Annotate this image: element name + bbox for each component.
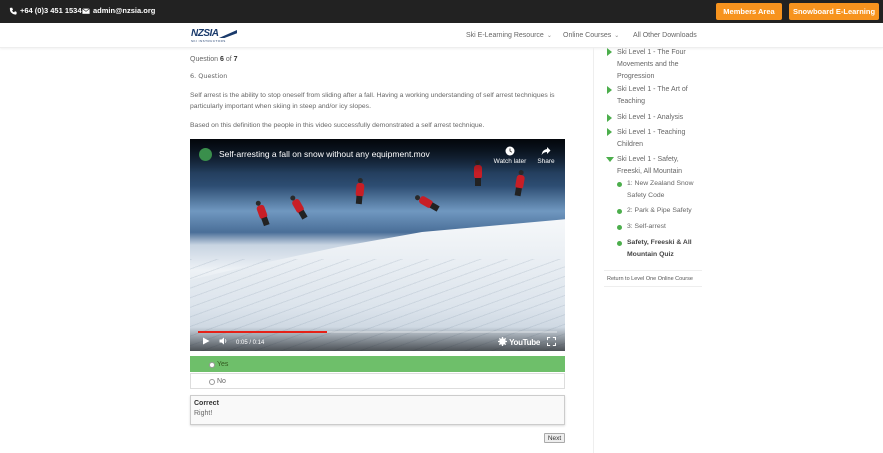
topic-dot-icon (617, 182, 622, 187)
answer-label: No (217, 377, 226, 385)
nav-label: All Other Downloads (633, 32, 697, 39)
logo-text: NZSIA (191, 28, 219, 39)
radio-button[interactable] (209, 361, 215, 368)
email-contact[interactable]: admin@nzsia.org (82, 6, 155, 15)
youtube-video-player[interactable]: Self-arresting a fall on snow without an… (190, 139, 565, 351)
sidebar-topic-self-arrest[interactable]: 3: Self-arrest (627, 221, 705, 233)
answer-label: Yes (217, 360, 229, 368)
logo-swoosh-icon (219, 30, 237, 38)
snowboard-elearning-button[interactable]: Snowboard E-Learning (789, 3, 879, 20)
topic-dot-icon (617, 225, 622, 230)
settings-gear-icon[interactable] (498, 337, 507, 346)
video-title[interactable]: Self-arresting a fall on snow without an… (219, 149, 430, 159)
triangle-right-icon (607, 114, 612, 122)
watch-later-label: Watch later (493, 158, 527, 165)
answer-option-yes[interactable]: Yes (190, 356, 565, 372)
topic-dot-icon (617, 241, 622, 246)
response-title: Correct (194, 400, 219, 407)
volume-icon[interactable] (219, 337, 228, 345)
phone-number: +64 (0)3 451 1534 (20, 6, 82, 15)
sidebar-divider (593, 48, 594, 453)
skier-figure (355, 182, 365, 198)
chevron-down-icon: ⌄ (546, 33, 552, 39)
nav-other-downloads[interactable]: All Other Downloads (633, 32, 697, 39)
nzsia-logo[interactable]: NZSIA SKI INSTRUCTORS (191, 28, 239, 43)
youtube-logo[interactable]: YouTube (509, 338, 540, 347)
nav-online-courses[interactable]: Online Courses ⌄ (563, 32, 619, 39)
response-message: Right! (194, 410, 213, 417)
sidebar-topic-snow-safety[interactable]: 1: New Zealand Snow Safety Code (627, 178, 705, 202)
members-area-button[interactable]: Members Area (716, 3, 782, 20)
clock-icon (505, 146, 515, 156)
top-bar: +64 (0)3 451 1534 admin@nzsia.org Member… (0, 0, 883, 23)
question-current: 6 (219, 56, 224, 63)
topic-dot-icon (617, 209, 622, 214)
answer-response-box: Correct Right! (190, 395, 565, 425)
question-of: of (225, 56, 232, 63)
envelope-icon (82, 7, 90, 14)
chevron-down-icon: ⌄ (614, 33, 620, 39)
phone-contact[interactable]: +64 (0)3 451 1534 (9, 6, 82, 15)
nav-ski-elearning[interactable]: Ski E-Learning Resource ⌄ (466, 32, 552, 39)
question-label: 6. Question (190, 72, 228, 80)
logo-subtitle: SKI INSTRUCTORS (191, 39, 226, 43)
watch-later-button[interactable]: Watch later (492, 146, 528, 165)
video-progress-bar[interactable] (198, 331, 557, 333)
sidebar-lesson-art-of-teaching[interactable]: Ski Level 1 - The Art of Teaching (617, 84, 705, 108)
phone-icon (9, 7, 17, 15)
triangle-down-icon (606, 157, 614, 162)
video-progress-fill (198, 331, 328, 333)
email-address: admin@nzsia.org (93, 6, 156, 15)
sidebar-topic-quiz[interactable]: Safety, Freeski & All Mountain Quiz (627, 237, 705, 261)
question-prefix: Question (190, 56, 219, 63)
triangle-right-icon (607, 86, 612, 94)
channel-avatar[interactable] (199, 148, 212, 161)
site-header: NZSIA SKI INSTRUCTORS Ski E-Learning Res… (0, 23, 883, 48)
sidebar-lesson-teaching-children[interactable]: Ski Level 1 - Teaching Children (617, 127, 705, 151)
sidebar-lesson-safety[interactable]: Ski Level 1 - Safety, Freeski, All Mount… (617, 154, 705, 178)
sidebar-lesson-analysis[interactable]: Ski Level 1 - Analysis (617, 112, 705, 124)
answer-option-no[interactable]: No (190, 373, 565, 389)
question-total: 7 (233, 56, 238, 63)
nav-label: Online Courses (563, 32, 612, 39)
return-to-course-link[interactable]: Return to Level One Online Course (604, 270, 702, 287)
radio-button[interactable] (209, 378, 215, 385)
share-icon (541, 147, 551, 155)
next-button[interactable]: Next (544, 433, 565, 443)
share-label: Share (537, 158, 555, 165)
question-paragraph-2: Based on this definition the people in t… (190, 122, 485, 129)
triangle-right-icon (607, 48, 612, 56)
triangle-right-icon (607, 128, 612, 136)
fullscreen-icon[interactable] (547, 337, 556, 346)
question-counter: Question 6 of 7 (190, 56, 238, 63)
question-paragraph-1: Self arrest is the ability to stop onese… (190, 92, 555, 110)
nav-label: Ski E-Learning Resource (466, 32, 544, 39)
sidebar-lesson-four-movements[interactable]: Ski Level 1 - The Four Movements and the… (617, 47, 705, 83)
video-time: 0:05 / 0:14 (236, 340, 265, 346)
play-icon[interactable] (202, 337, 210, 345)
sidebar-topic-park-pipe[interactable]: 2: Park & Pipe Safety (627, 205, 705, 217)
share-button[interactable]: Share (534, 146, 558, 165)
